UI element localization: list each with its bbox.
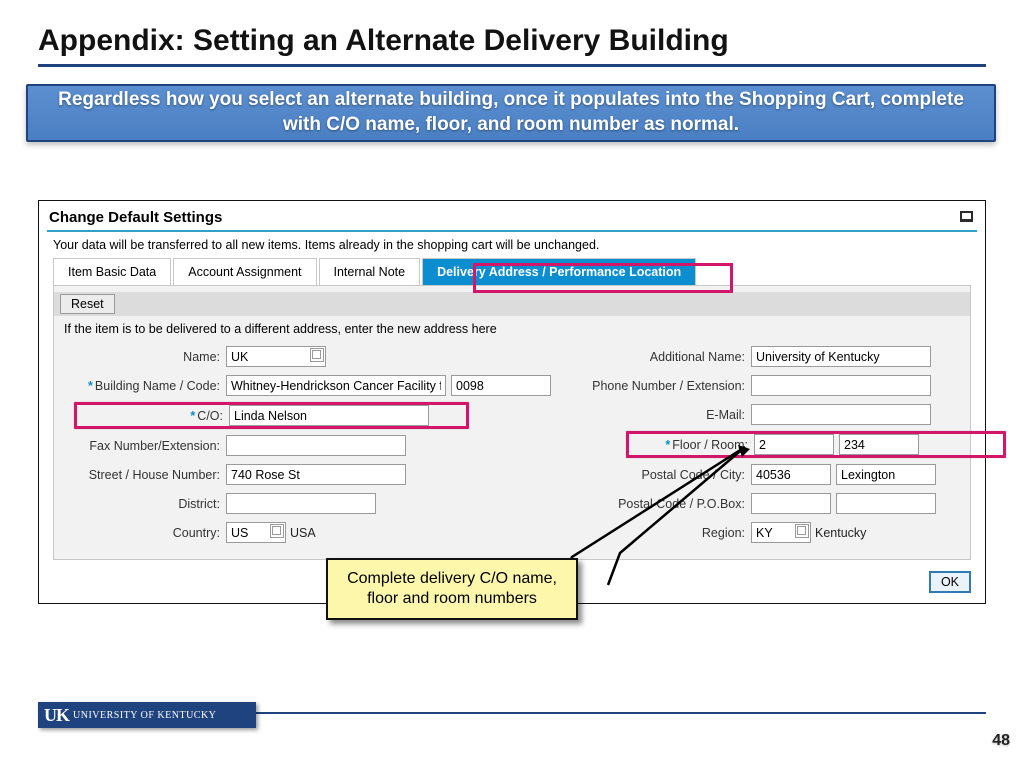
label-country: Country: xyxy=(54,526,226,540)
label-fax: Fax Number/Extension: xyxy=(54,439,226,453)
form-area: Reset If the item is to be delivered to … xyxy=(53,285,971,560)
label-name: Name: xyxy=(54,350,226,364)
row-district: District: xyxy=(54,491,551,516)
field-room[interactable] xyxy=(839,434,919,455)
field-building-code[interactable] xyxy=(451,375,551,396)
uk-logo-text: UNIVERSITY OF KENTUCKY xyxy=(73,710,216,721)
field-floor[interactable] xyxy=(754,434,834,455)
form-col-left: Name: Building Name / Code: C/O: xyxy=(54,344,551,549)
tab-delivery-address[interactable]: Delivery Address / Performance Location xyxy=(422,258,696,285)
field-co[interactable] xyxy=(229,405,429,426)
field-fax[interactable] xyxy=(226,435,406,456)
field-district[interactable] xyxy=(226,493,376,514)
label-street: Street / House Number: xyxy=(54,468,226,482)
row-co: C/O: xyxy=(74,402,469,429)
title-underline xyxy=(38,64,986,67)
field-phone[interactable] xyxy=(751,375,931,396)
uk-logo: UK UNIVERSITY OF KENTUCKY xyxy=(38,702,256,728)
field-city[interactable] xyxy=(836,464,936,485)
page-number: 48 xyxy=(992,732,1010,750)
row-name: Name: xyxy=(54,344,551,369)
f4-help-icon[interactable] xyxy=(795,524,809,538)
slide: Appendix: Setting an Alternate Delivery … xyxy=(0,0,1024,768)
panel-divider xyxy=(47,230,977,232)
label-region: Region: xyxy=(551,526,751,540)
row-email: E-Mail: xyxy=(551,402,1006,427)
form-columns: Name: Building Name / Code: C/O: xyxy=(54,344,970,549)
row-phone: Phone Number / Extension: xyxy=(551,373,1006,398)
callout-box: Complete delivery C/O name, floor and ro… xyxy=(326,558,578,620)
ok-button[interactable]: OK xyxy=(929,571,971,593)
text-region-name: Kentucky xyxy=(811,526,866,540)
field-street[interactable] xyxy=(226,464,406,485)
f4-help-icon[interactable] xyxy=(310,348,324,362)
field-email[interactable] xyxy=(751,404,931,425)
f4-help-icon[interactable] xyxy=(270,524,284,538)
field-building-name[interactable] xyxy=(226,375,446,396)
form-note: If the item is to be delivered to a diff… xyxy=(54,322,970,344)
label-postal-city: Postal Code / City: xyxy=(551,468,751,482)
row-building: Building Name / Code: xyxy=(54,373,551,398)
label-district: District: xyxy=(54,497,226,511)
instruction-banner-text: Regardless how you select an alternate b… xyxy=(28,88,994,137)
form-col-right: Additional Name: Phone Number / Extensio… xyxy=(551,344,1006,549)
row-country: Country: USA xyxy=(54,520,551,545)
label-addl-name: Additional Name: xyxy=(551,350,751,364)
row-addl-name: Additional Name: xyxy=(551,344,1006,369)
field-po-box[interactable] xyxy=(836,493,936,514)
tab-internal-note[interactable]: Internal Note xyxy=(319,258,421,285)
label-pobox: Postal Code / P.O.Box: xyxy=(551,497,751,511)
label-email: E-Mail: xyxy=(551,408,751,422)
panel-title: Change Default Settings xyxy=(39,201,985,230)
text-country-name: USA xyxy=(286,526,316,540)
uk-logo-mono: UK xyxy=(38,705,73,726)
maximize-icon[interactable] xyxy=(960,211,973,222)
row-postal-city: Postal Code / City: xyxy=(551,462,1006,487)
field-addl-name[interactable] xyxy=(751,346,931,367)
form-toolbar: Reset xyxy=(54,292,970,316)
row-pobox: Postal Code / P.O.Box: xyxy=(551,491,1006,516)
instruction-banner: Regardless how you select an alternate b… xyxy=(26,84,996,142)
tab-strip: Item Basic Data Account Assignment Inter… xyxy=(39,258,985,285)
tab-account-assignment[interactable]: Account Assignment xyxy=(173,258,316,285)
slide-title: Appendix: Setting an Alternate Delivery … xyxy=(38,24,729,58)
field-po-postal[interactable] xyxy=(751,493,831,514)
label-floor-room: Floor / Room: xyxy=(629,438,754,452)
row-region: Region: Kentucky xyxy=(551,520,1006,545)
row-street: Street / House Number: xyxy=(54,462,551,487)
field-postal[interactable] xyxy=(751,464,831,485)
settings-panel: Change Default Settings Your data will b… xyxy=(38,200,986,604)
row-floor-room: Floor / Room: xyxy=(626,431,1006,458)
label-building: Building Name / Code: xyxy=(54,379,226,393)
label-co: C/O: xyxy=(77,409,229,423)
reset-button[interactable]: Reset xyxy=(60,294,115,314)
callout-text: Complete delivery C/O name, floor and ro… xyxy=(336,569,568,609)
tab-item-basic[interactable]: Item Basic Data xyxy=(53,258,171,285)
label-phone: Phone Number / Extension: xyxy=(551,379,751,393)
row-fax: Fax Number/Extension: xyxy=(54,433,551,458)
panel-note: Your data will be transferred to all new… xyxy=(39,238,985,258)
